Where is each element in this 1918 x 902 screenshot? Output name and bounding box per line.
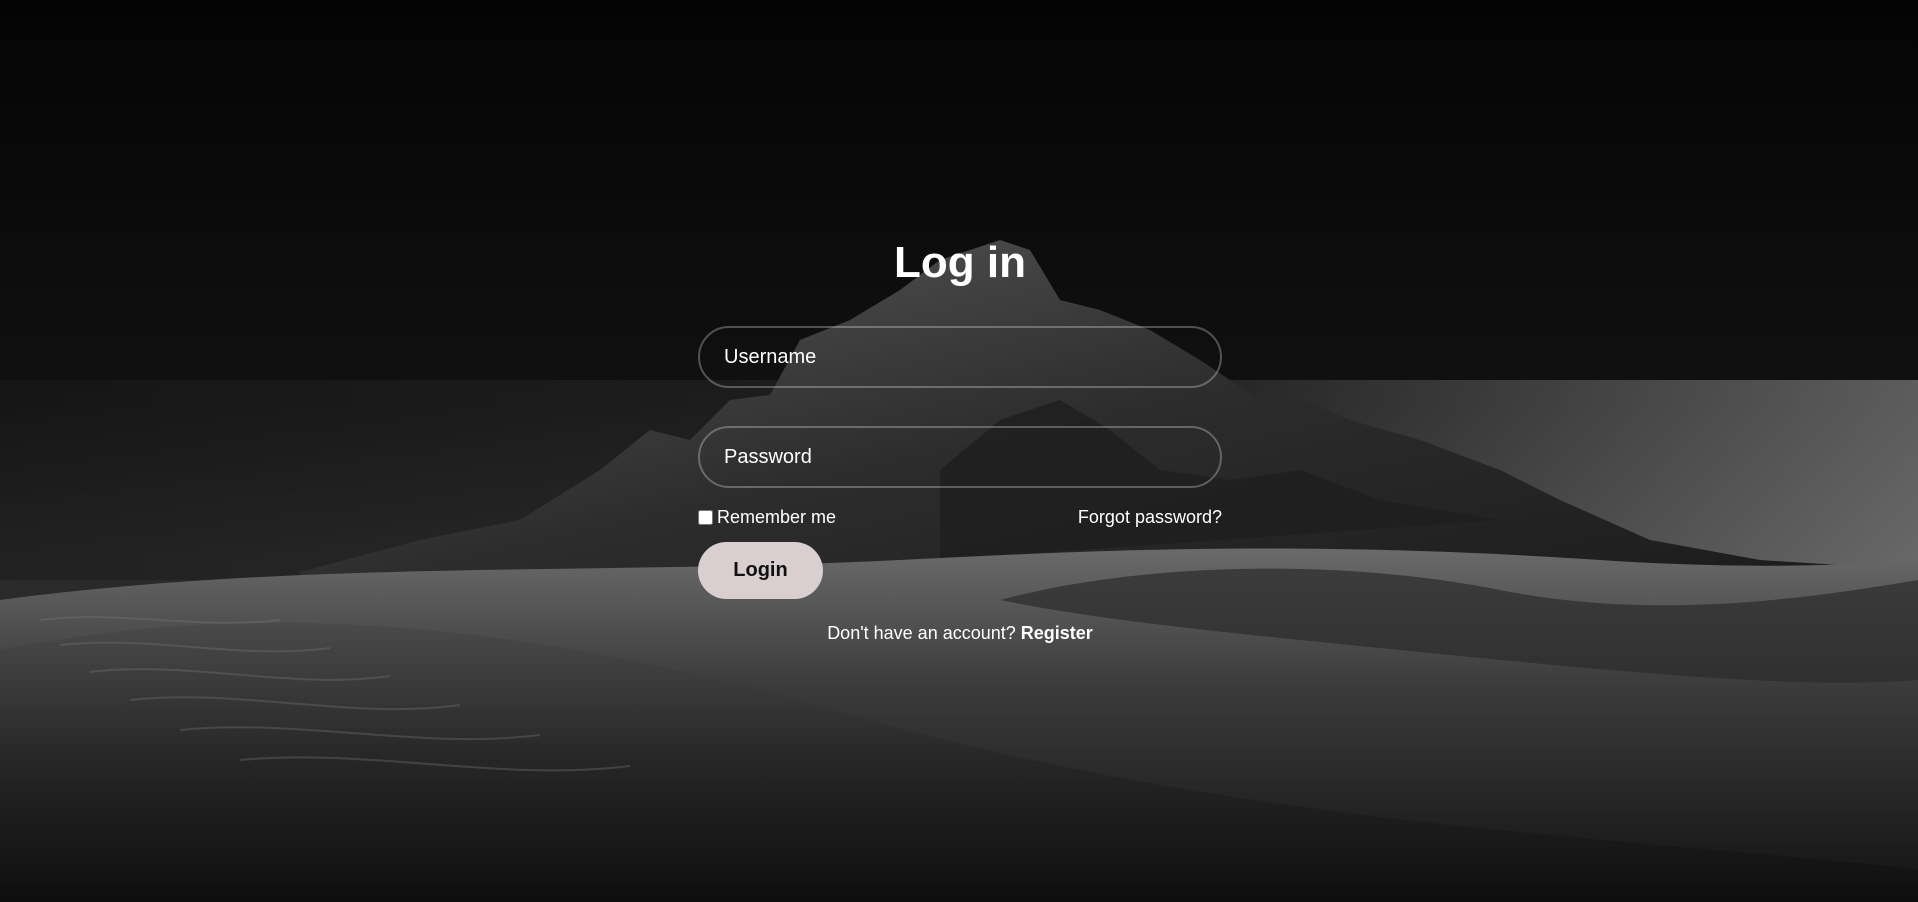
remember-me-option[interactable]: Remember me xyxy=(698,507,836,528)
login-button[interactable]: Login xyxy=(698,542,823,599)
register-link[interactable]: Register xyxy=(1021,623,1093,643)
password-input[interactable] xyxy=(698,426,1222,488)
remember-me-checkbox[interactable] xyxy=(698,509,713,525)
username-input[interactable] xyxy=(698,326,1222,388)
login-options-row: Remember me Forgot password? xyxy=(698,506,1222,528)
login-form: Log in Remember me Forgot password? Logi… xyxy=(698,230,1222,644)
forgot-password-link[interactable]: Forgot password? xyxy=(1078,507,1222,528)
remember-me-label: Remember me xyxy=(717,506,837,527)
register-prompt: Don't have an account? Register xyxy=(698,623,1222,644)
page-title: Log in xyxy=(894,238,1026,287)
no-account-text: Don't have an account? xyxy=(827,623,1021,643)
